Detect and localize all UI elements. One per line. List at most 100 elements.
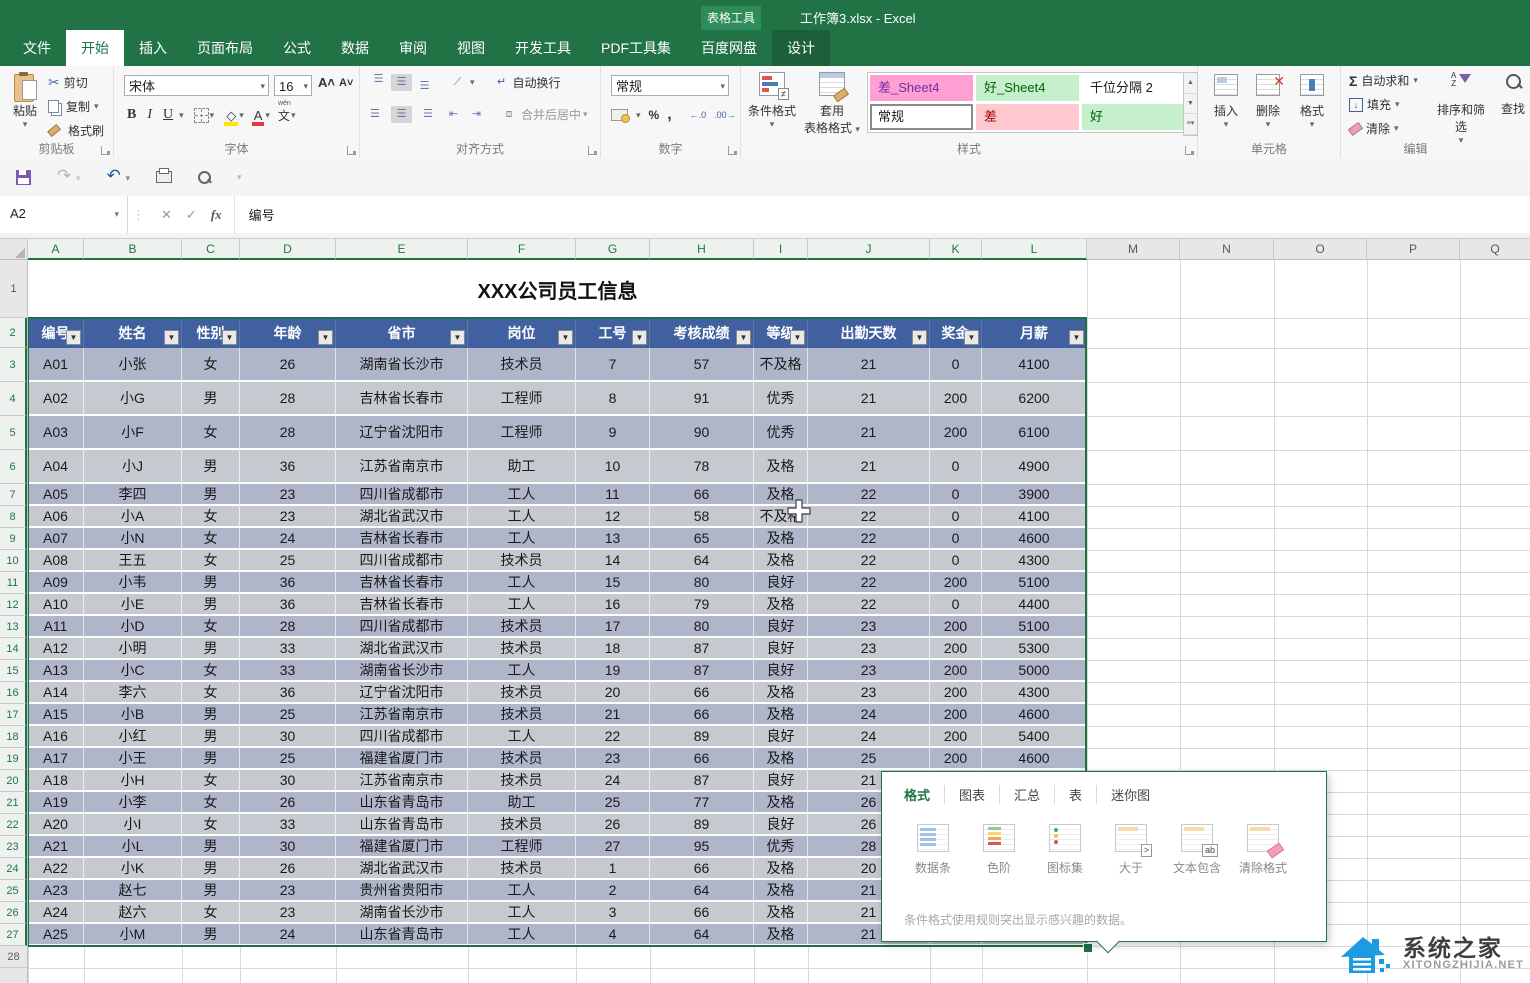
filter-dropdown-icon[interactable]: ▼ <box>558 330 573 345</box>
table-cell[interactable]: 小L <box>84 836 182 858</box>
find-select-button[interactable]: 查找 <box>1493 72 1530 117</box>
table-cell[interactable]: 小王 <box>84 748 182 770</box>
table-cell[interactable]: 山东省青岛市 <box>336 924 468 946</box>
qa-item-清除格式[interactable]: 清除格式 <box>1230 824 1296 876</box>
row-header-6[interactable]: 6 <box>0 450 27 484</box>
table-cell[interactable]: 福建省厦门市 <box>336 836 468 858</box>
table-cell[interactable]: 女 <box>182 416 240 450</box>
table-cell[interactable]: 24 <box>240 528 336 550</box>
table-cell[interactable]: 9 <box>576 416 650 450</box>
column-header-D[interactable]: D <box>240 239 336 260</box>
tab-审阅[interactable]: 审阅 <box>384 30 442 66</box>
underline-button[interactable]: U <box>158 106 178 124</box>
table-cell[interactable]: 28 <box>240 416 336 450</box>
table-cell[interactable]: 技术员 <box>468 638 576 660</box>
table-cell[interactable]: 21 <box>808 382 930 416</box>
table-cell[interactable]: 男 <box>182 484 240 506</box>
table-cell[interactable]: 200 <box>930 638 982 660</box>
table-cell[interactable]: 工程师 <box>468 382 576 416</box>
table-cell[interactable]: 79 <box>650 594 754 616</box>
table-cell[interactable]: 200 <box>930 382 982 416</box>
filter-dropdown-icon[interactable]: ▼ <box>790 330 805 345</box>
table-cell[interactable]: 64 <box>650 550 754 572</box>
row-header-17[interactable]: 17 <box>0 704 27 726</box>
table-cell[interactable]: 7 <box>576 348 650 382</box>
table-cell[interactable]: 25 <box>240 748 336 770</box>
table-cell[interactable]: A04 <box>28 450 84 484</box>
table-cell[interactable]: 工人 <box>468 528 576 550</box>
qa-item-色阶[interactable]: 色阶 <box>966 824 1032 876</box>
table-header-姓名[interactable]: 姓名▼ <box>84 318 182 348</box>
row-header-28[interactable]: 28 <box>0 946 27 968</box>
table-cell[interactable]: 33 <box>240 814 336 836</box>
table-cell[interactable]: 小F <box>84 416 182 450</box>
table-cell[interactable]: 良好 <box>754 770 808 792</box>
table-cell[interactable]: 女 <box>182 770 240 792</box>
table-cell[interactable]: 8 <box>576 382 650 416</box>
filter-dropdown-icon[interactable]: ▼ <box>222 330 237 345</box>
table-header-出勤天数[interactable]: 出勤天数▼ <box>808 318 930 348</box>
table-cell[interactable]: 57 <box>650 348 754 382</box>
table-cell[interactable]: 及格 <box>754 550 808 572</box>
table-cell[interactable]: 小李 <box>84 792 182 814</box>
table-cell[interactable]: 及格 <box>754 880 808 902</box>
filter-dropdown-icon[interactable]: ▼ <box>164 330 179 345</box>
qa-item-图标集[interactable]: 图标集 <box>1032 824 1098 876</box>
table-cell[interactable]: 23 <box>240 880 336 902</box>
table-cell[interactable]: 5100 <box>982 616 1087 638</box>
table-cell[interactable]: 28 <box>240 382 336 416</box>
row-header-10[interactable]: 10 <box>0 550 27 572</box>
table-cell[interactable]: 工程师 <box>468 416 576 450</box>
column-header-J[interactable]: J <box>808 239 930 260</box>
dialog-launcher-icon[interactable] <box>1185 146 1194 155</box>
table-cell[interactable]: 22 <box>808 550 930 572</box>
table-cell[interactable]: 3900 <box>982 484 1087 506</box>
undo-icon[interactable]: ↶ ▾ <box>107 167 131 187</box>
font-size-select[interactable]: 16▾ <box>274 75 312 96</box>
filter-dropdown-icon[interactable]: ▼ <box>964 330 979 345</box>
fill-handle[interactable] <box>1083 943 1093 953</box>
table-cell[interactable]: 0 <box>930 528 982 550</box>
table-cell[interactable]: 5400 <box>982 726 1087 748</box>
gallery-more-button[interactable]: ≡▾ <box>1184 114 1197 135</box>
table-cell[interactable]: 200 <box>930 660 982 682</box>
shrink-font-button[interactable]: A˅ <box>339 77 353 89</box>
gallery-scroll-up[interactable]: ▲ <box>1184 73 1197 94</box>
align-center-button[interactable]: ☰ <box>391 106 412 123</box>
row-header-24[interactable]: 24 <box>0 858 27 880</box>
table-cell[interactable]: 江苏省南京市 <box>336 704 468 726</box>
table-cell[interactable]: 男 <box>182 748 240 770</box>
row-header-21[interactable]: 21 <box>0 792 27 814</box>
row-header-5[interactable]: 5 <box>0 416 27 450</box>
table-cell[interactable]: 30 <box>240 726 336 748</box>
table-cell[interactable]: 工人 <box>468 572 576 594</box>
table-cell[interactable]: A09 <box>28 572 84 594</box>
table-cell[interactable]: 男 <box>182 450 240 484</box>
table-cell[interactable]: 24 <box>240 924 336 946</box>
table-cell[interactable]: 辽宁省沈阳市 <box>336 682 468 704</box>
table-cell[interactable]: 5100 <box>982 572 1087 594</box>
table-cell[interactable]: 0 <box>930 484 982 506</box>
row-header-4[interactable]: 4 <box>0 382 27 416</box>
number-format-select[interactable]: 常规▾ <box>611 75 729 96</box>
row-header-19[interactable]: 19 <box>0 748 27 770</box>
table-cell[interactable]: 工人 <box>468 594 576 616</box>
table-cell[interactable]: 4900 <box>982 450 1087 484</box>
table-cell[interactable]: 78 <box>650 450 754 484</box>
table-cell[interactable]: 女 <box>182 682 240 704</box>
table-cell[interactable]: 36 <box>240 572 336 594</box>
filter-dropdown-icon[interactable]: ▼ <box>66 330 81 345</box>
column-header-O[interactable]: O <box>1274 239 1367 260</box>
preview-zoom-icon[interactable] <box>198 171 211 184</box>
grow-font-button[interactable]: A˄ <box>318 75 335 90</box>
table-cell[interactable]: 及格 <box>754 594 808 616</box>
table-cell[interactable]: 91 <box>650 382 754 416</box>
table-cell[interactable]: 工人 <box>468 924 576 946</box>
table-cell[interactable]: 男 <box>182 880 240 902</box>
table-cell[interactable]: 山东省青岛市 <box>336 814 468 836</box>
table-cell[interactable]: 66 <box>650 902 754 924</box>
table-header-月薪[interactable]: 月薪▼ <box>982 318 1087 348</box>
table-cell[interactable]: 65 <box>650 528 754 550</box>
qa-tab-表[interactable]: 表 <box>1055 785 1097 804</box>
decrease-decimal-button[interactable]: .00→ <box>714 110 736 120</box>
